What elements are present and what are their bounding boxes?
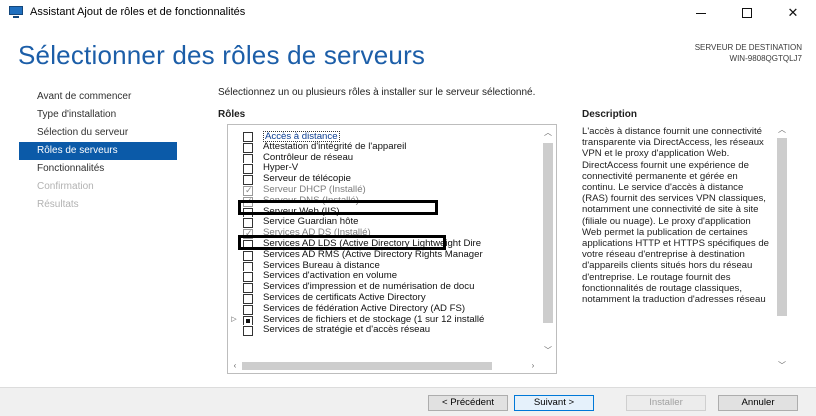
server-manager-icon bbox=[9, 6, 23, 19]
maximize-button[interactable] bbox=[724, 0, 770, 26]
roles-horizontal-scrollbar[interactable]: ‹ › bbox=[228, 359, 540, 373]
role-row[interactable]: Services d'activation en volume bbox=[228, 271, 540, 283]
scroll-down-icon[interactable]: ﹀ bbox=[774, 360, 790, 372]
wizard-nav: Avant de commencer Type d'installation Sél… bbox=[19, 88, 207, 214]
page-title: Sélectionner des rôles de serveurs bbox=[18, 40, 426, 70]
role-label: Serveur de télécopie bbox=[263, 174, 351, 185]
role-row[interactable]: Accès à distance bbox=[228, 131, 540, 142]
role-row[interactable]: Services AD RMS (Active Directory Rights… bbox=[228, 250, 540, 261]
role-row[interactable]: ▷ Services de fichiers et de stockage (1 … bbox=[228, 315, 540, 326]
role-label: Services Bureau à distance bbox=[263, 260, 380, 271]
roles-vertical-scrollbar[interactable]: ︿ ﹀ bbox=[540, 125, 556, 373]
role-label: Hyper-V bbox=[263, 163, 299, 174]
description-text: L'accès à distance fournit une connectiv… bbox=[582, 126, 769, 306]
role-checkbox[interactable] bbox=[243, 132, 253, 142]
role-row[interactable]: Serveur DHCP (Installé) bbox=[228, 185, 540, 196]
role-row[interactable]: Contrôleur de réseau bbox=[228, 153, 540, 164]
role-row[interactable]: Services d'impression et de numérisation… bbox=[228, 282, 540, 293]
role-checkbox[interactable] bbox=[243, 164, 253, 175]
scroll-up-icon[interactable]: ︿ bbox=[540, 125, 556, 141]
install-button[interactable]: Installer bbox=[626, 395, 706, 411]
roles-heading: Rôles bbox=[218, 109, 246, 120]
role-row[interactable]: Serveur de télécopie bbox=[228, 174, 540, 185]
cancel-button[interactable]: Annuler bbox=[718, 395, 798, 411]
nav-item: Résultats bbox=[37, 199, 79, 210]
role-row[interactable]: Services de fédération Active Directory … bbox=[228, 304, 540, 315]
nav-item[interactable]: Rôles de serveurs bbox=[19, 142, 177, 160]
role-label: Services d'activation en volume bbox=[263, 271, 398, 282]
role-row[interactable]: Hyper-V bbox=[228, 163, 540, 175]
role-checkbox[interactable] bbox=[243, 304, 253, 315]
nav-item: Confirmation bbox=[37, 181, 94, 192]
scroll-up-icon[interactable]: ︿ bbox=[774, 124, 790, 136]
close-button[interactable]: ✕ bbox=[770, 0, 816, 26]
role-checkbox[interactable] bbox=[243, 326, 253, 337]
role-checkbox[interactable] bbox=[243, 142, 253, 153]
role-checkbox[interactable] bbox=[243, 272, 253, 283]
annotation-box-dns bbox=[238, 200, 438, 215]
annotation-box-ad-ds bbox=[238, 235, 446, 250]
role-label: Attestation d'intégrité de l'appareil bbox=[263, 141, 407, 152]
role-label: Contrôleur de réseau bbox=[263, 152, 354, 163]
destination-server-name: WIN-9808QGTQLJ7 bbox=[729, 54, 802, 63]
role-checkbox[interactable] bbox=[243, 293, 253, 304]
role-checkbox[interactable] bbox=[243, 175, 253, 185]
role-checkbox[interactable] bbox=[243, 185, 253, 196]
scroll-thumb[interactable] bbox=[543, 143, 553, 323]
nav-item[interactable]: Fonctionnalités bbox=[37, 160, 207, 178]
description-heading: Description bbox=[582, 109, 638, 120]
scroll-thumb[interactable] bbox=[777, 138, 787, 316]
role-label: Services de stratégie et d'accès réseau bbox=[263, 325, 431, 336]
role-label: Services de fichiers et de stockage (1 s… bbox=[263, 314, 485, 325]
role-checkbox[interactable] bbox=[243, 261, 253, 272]
role-row[interactable]: Services Bureau à distance bbox=[228, 261, 540, 272]
minimize-button[interactable] bbox=[678, 0, 724, 26]
next-button[interactable]: Suivant > bbox=[514, 395, 594, 411]
role-checkbox[interactable] bbox=[243, 218, 253, 229]
nav-item[interactable]: Avant de commencer bbox=[37, 88, 207, 106]
scroll-right-icon[interactable]: › bbox=[526, 359, 540, 373]
role-checkbox[interactable] bbox=[243, 283, 253, 293]
nav-item[interactable]: Sélection du serveur bbox=[37, 124, 207, 142]
scroll-thumb[interactable] bbox=[242, 362, 492, 370]
role-label: Service Guardian hôte bbox=[263, 217, 359, 228]
previous-button[interactable]: < Précédent bbox=[428, 395, 508, 411]
minimize-icon bbox=[696, 12, 706, 14]
role-row[interactable]: Services de stratégie et d'accès réseau bbox=[228, 325, 540, 337]
role-row[interactable]: Attestation d'intégrité de l'appareil bbox=[228, 142, 540, 153]
title-bar: Assistant Ajout de rôles et de fonctionn… bbox=[0, 0, 816, 26]
nav-item[interactable]: Type d'installation bbox=[37, 106, 207, 124]
role-label: Accès à distance bbox=[263, 131, 340, 142]
role-label: Services de fédération Active Directory … bbox=[263, 303, 466, 314]
maximize-icon bbox=[742, 8, 752, 18]
role-row[interactable]: Service Guardian hôte bbox=[228, 217, 540, 229]
scroll-down-icon[interactable]: ﹀ bbox=[540, 343, 556, 359]
role-checkbox[interactable] bbox=[243, 315, 253, 326]
role-label: Serveur DHCP (Installé) bbox=[263, 184, 366, 195]
destination-server-info: SERVEUR DE DESTINATION WIN-9808QGTQLJ7 bbox=[695, 42, 802, 64]
scroll-left-icon[interactable]: ‹ bbox=[228, 359, 242, 373]
description-panel: L'accès à distance fournit une connectiv… bbox=[582, 124, 792, 374]
wizard-footer: < Précédent Suivant > Installer Annuler bbox=[0, 387, 816, 416]
expand-icon[interactable]: ▷ bbox=[230, 315, 238, 326]
role-checkbox[interactable] bbox=[243, 153, 253, 164]
intro-text: Sélectionnez un ou plusieurs rôles à ins… bbox=[218, 87, 536, 98]
close-icon: ✕ bbox=[787, 5, 799, 20]
role-label: Services AD RMS (Active Directory Rights… bbox=[263, 249, 483, 260]
window-title: Assistant Ajout de rôles et de fonctionn… bbox=[30, 6, 246, 18]
roles-list: Accès à distance Attestation d'intégrité … bbox=[228, 131, 540, 337]
role-label: Services d'impression et de numérisation… bbox=[263, 282, 475, 293]
description-scrollbar[interactable]: ︿ ﹀ bbox=[774, 124, 790, 372]
role-row[interactable]: Services de certificats Active Directory bbox=[228, 293, 540, 304]
role-checkbox[interactable] bbox=[243, 250, 253, 261]
destination-label: SERVEUR DE DESTINATION bbox=[694, 43, 802, 52]
role-label: Services de certificats Active Directory bbox=[263, 292, 426, 303]
